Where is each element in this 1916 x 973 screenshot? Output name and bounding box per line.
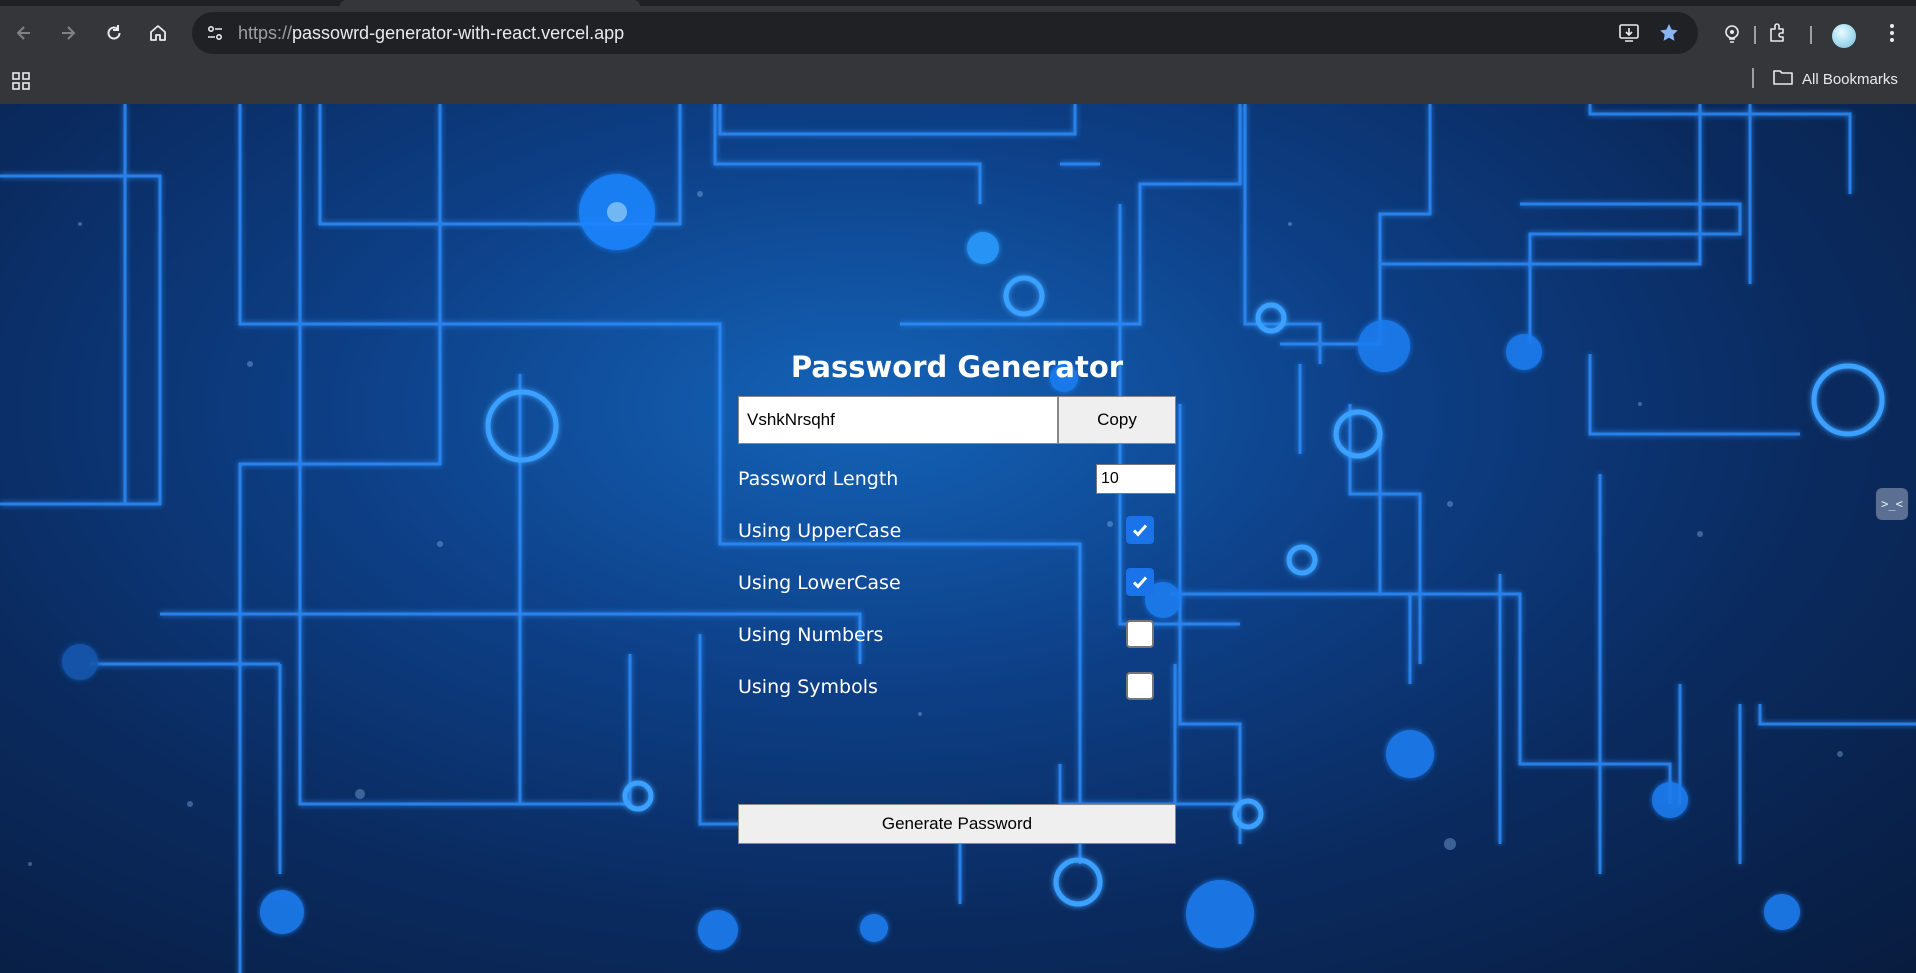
copy-button[interactable]: Copy <box>1058 396 1176 444</box>
bookmarks-bar <box>0 60 1916 105</box>
checkmark-icon <box>1132 524 1148 537</box>
browser-chrome: https://passowrd-generator-with-react.ve… <box>0 0 1916 105</box>
password-output-field[interactable] <box>738 396 1058 444</box>
back-icon[interactable] <box>6 15 42 51</box>
forward-icon[interactable] <box>50 15 86 51</box>
password-length-input[interactable] <box>1096 464 1176 494</box>
option-row-uppercase: Using UpperCase <box>738 512 1176 552</box>
install-app-icon[interactable] <box>1612 16 1646 50</box>
option-row-numbers: Using Numbers <box>738 616 1176 656</box>
menu-icon[interactable] <box>1874 15 1910 51</box>
extensions-icon[interactable] <box>1760 15 1796 51</box>
url-host: passowrd-generator-with-react.vercel.app <box>292 23 625 43</box>
generate-password-button[interactable]: Generate Password <box>738 804 1176 844</box>
all-bookmarks-button[interactable]: All Bookmarks <box>1772 66 1898 92</box>
password-length-row: Password Length <box>738 460 1176 500</box>
option-row-symbols: Using Symbols <box>738 668 1176 708</box>
option-label-numbers: Using Numbers <box>738 624 884 646</box>
numbers-checkbox[interactable] <box>1126 620 1154 648</box>
checkmark-icon <box>1132 576 1148 589</box>
page-viewport: Password Generator Copy Password Length … <box>0 104 1916 973</box>
url-protocol: https:// <box>238 23 293 43</box>
browser-toolbar: https://passowrd-generator-with-react.ve… <box>0 6 1916 60</box>
option-label-uppercase: Using UpperCase <box>738 520 902 542</box>
all-bookmarks-label: All Bookmarks <box>1802 70 1898 88</box>
lens-icon[interactable] <box>1714 15 1750 51</box>
option-label-symbols: Using Symbols <box>738 676 878 698</box>
apps-grid-icon[interactable] <box>10 70 34 94</box>
password-length-label: Password Length <box>738 468 899 490</box>
uppercase-checkbox[interactable] <box>1126 516 1154 544</box>
side-extension-widget[interactable]: >_< <box>1876 488 1908 520</box>
reload-icon[interactable] <box>96 15 132 51</box>
site-info-icon[interactable] <box>198 16 232 50</box>
url-text: https://passowrd-generator-with-react.ve… <box>238 12 624 54</box>
option-label-lowercase: Using LowerCase <box>738 572 901 594</box>
address-bar[interactable]: https://passowrd-generator-with-react.ve… <box>192 12 1698 54</box>
page-title: Password Generator <box>790 350 1124 384</box>
folder-icon <box>1772 68 1794 90</box>
bookmark-star-icon[interactable] <box>1652 16 1686 50</box>
option-row-lowercase: Using LowerCase <box>738 564 1176 604</box>
profile-avatar[interactable] <box>1832 24 1856 48</box>
home-icon[interactable] <box>140 15 176 51</box>
symbols-checkbox[interactable] <box>1126 672 1154 700</box>
lowercase-checkbox[interactable] <box>1126 568 1154 596</box>
